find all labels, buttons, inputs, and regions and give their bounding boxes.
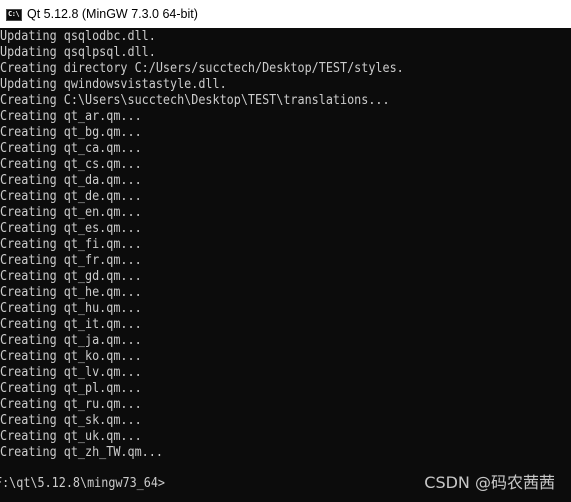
console-output-line: Creating qt_ru.qm... bbox=[0, 397, 142, 412]
console-output-line: Creating qt_zh_TW.qm... bbox=[0, 445, 163, 460]
console-output-line: Creating qt_fr.qm... bbox=[0, 253, 142, 268]
console-output-line: Creating directory C:/Users/succtech/Des… bbox=[0, 61, 404, 76]
console-output-line: Creating qt_hu.qm... bbox=[0, 301, 142, 316]
console-app-icon[interactable]: C:\ bbox=[6, 8, 22, 21]
console-output-line: Creating qt_ar.qm... bbox=[0, 109, 142, 124]
console-output-line: Creating qt_he.qm... bbox=[0, 285, 142, 300]
console-output-line: Creating qt_es.qm... bbox=[0, 221, 142, 236]
command-prompt[interactable]: F:\qt\5.12.8\mingw73_64> bbox=[0, 476, 165, 492]
console-output-line: Creating qt_de.qm... bbox=[0, 189, 142, 204]
window-title: Qt 5.12.8 (MinGW 7.3.0 64-bit) bbox=[27, 7, 198, 21]
console-output-line: Creating qt_lv.qm... bbox=[0, 365, 142, 380]
console-output-line: Updating qwindowsvistastyle.dll. bbox=[0, 77, 227, 92]
console-output-line: Creating qt_ko.qm... bbox=[0, 349, 142, 364]
console-output-line: Creating qt_en.qm... bbox=[0, 205, 142, 220]
console-output-line: Creating qt_ja.qm... bbox=[0, 333, 142, 348]
console-output-line: Creating qt_da.qm... bbox=[0, 173, 142, 188]
console-output-line: Creating qt_ca.qm... bbox=[0, 141, 142, 156]
console-output-line: Creating qt_pl.qm... bbox=[0, 381, 142, 396]
window-titlebar[interactable]: C:\ Qt 5.12.8 (MinGW 7.3.0 64-bit) bbox=[0, 0, 571, 28]
console-output-line: Updating qsqlpsql.dll. bbox=[0, 45, 156, 60]
console-output-line: Creating qt_fi.qm... bbox=[0, 237, 142, 252]
console-output-line: Creating qt_bg.qm... bbox=[0, 125, 142, 140]
console-output-line: Creating qt_uk.qm... bbox=[0, 429, 142, 444]
console-app-icon-label: C:\ bbox=[8, 10, 20, 18]
watermark: CSDN @码农茜茜 bbox=[424, 473, 555, 492]
console-output-line: Creating qt_gd.qm... bbox=[0, 269, 142, 284]
console-output-line: Creating qt_it.qm... bbox=[0, 317, 142, 332]
console-output-line: Creating qt_sk.qm... bbox=[0, 413, 142, 428]
console-output: Updating qsqlodbc.dll. Updating qsqlpsql.… bbox=[0, 29, 446, 461]
console-output-line: Creating C:\Users\succtech\Desktop\TEST\… bbox=[0, 93, 390, 108]
console-area[interactable]: Updating qsqlodbc.dll. Updating qsqlpsql.… bbox=[0, 28, 571, 502]
console-output-line: Updating qsqlodbc.dll. bbox=[0, 29, 156, 44]
console-output-line: Creating qt_cs.qm... bbox=[0, 157, 142, 172]
